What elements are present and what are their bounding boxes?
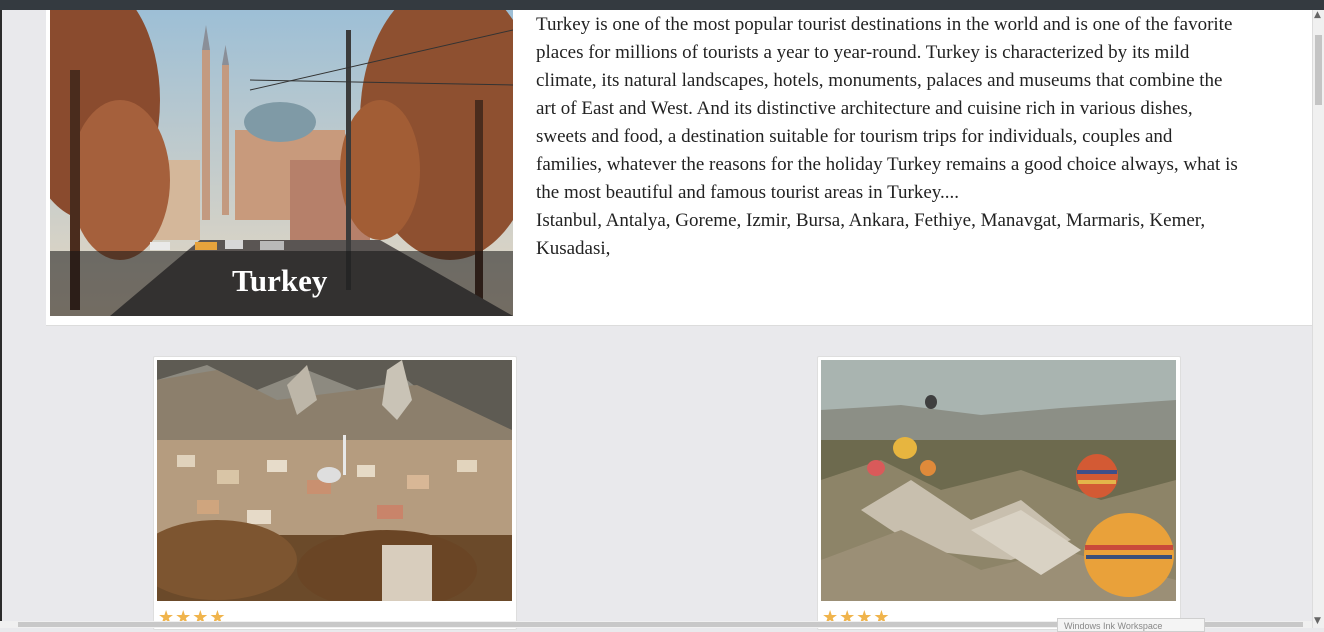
hero-caption: Turkey bbox=[50, 251, 513, 316]
destination-title: Turkey bbox=[232, 263, 328, 298]
scrollbar-thumb[interactable] bbox=[1315, 35, 1322, 105]
description-text: Turkey is one of the most popular touris… bbox=[536, 14, 1238, 203]
place-card[interactable]: ★★★★ bbox=[817, 356, 1181, 630]
scroll-up-icon[interactable]: ▲ bbox=[1314, 10, 1321, 20]
place-card[interactable]: ★★★★ bbox=[153, 356, 517, 630]
vertical-scrollbar[interactable]: ▲ ▼ bbox=[1312, 10, 1324, 628]
hero-image-mosque[interactable]: Turkey bbox=[50, 10, 513, 316]
ink-workspace-button[interactable]: Windows Ink Workspace bbox=[1057, 618, 1205, 632]
top-navbar bbox=[0, 0, 1324, 10]
card-image-balloons[interactable] bbox=[821, 360, 1176, 601]
places-list: Istanbul, Antalya, Goreme, Izmir, Bursa,… bbox=[536, 210, 1206, 259]
card-image-town[interactable] bbox=[157, 360, 512, 601]
destination-description: Turkey is one of the most popular touris… bbox=[536, 11, 1241, 263]
window-edge bbox=[0, 10, 2, 628]
destination-hero: Turkey Turkey is one of the most popular… bbox=[46, 10, 1312, 326]
scroll-down-icon[interactable]: ▼ bbox=[1314, 616, 1321, 626]
